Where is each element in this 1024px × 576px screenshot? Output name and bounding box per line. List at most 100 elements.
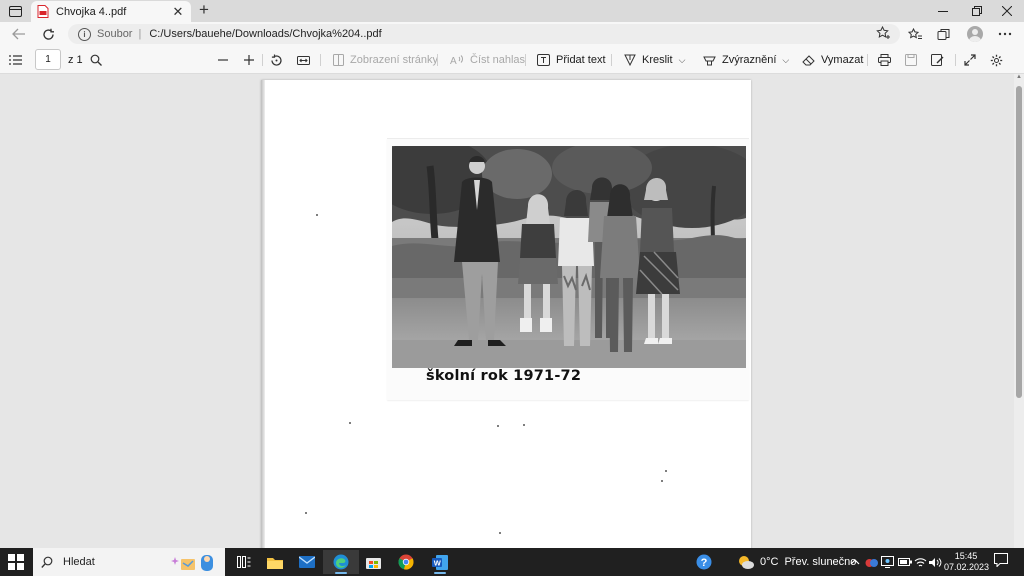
start-button[interactable] bbox=[8, 554, 24, 570]
tab-actions-icon bbox=[8, 5, 22, 17]
more-menu-button[interactable] bbox=[994, 24, 1016, 44]
speaker-icon bbox=[929, 557, 942, 567]
chevron-up-icon bbox=[850, 559, 860, 565]
scroll-up-arrow-icon[interactable]: ▲ bbox=[1015, 74, 1023, 84]
favorites-button[interactable] bbox=[904, 24, 926, 44]
read-aloud-button[interactable]: A Číst nahlas bbox=[450, 50, 525, 70]
windows-taskbar: Hledat W ? 0°C Přev. slunečno 15:45 07.0… bbox=[0, 548, 1024, 576]
class-photo-image bbox=[392, 146, 746, 368]
chevron-down-icon[interactable]: ⌵ bbox=[782, 55, 789, 66]
volume-tray-icon[interactable] bbox=[929, 552, 942, 572]
scan-speck bbox=[499, 532, 501, 534]
navigation-bar: i Soubor | C:/Users/bauehe/Downloads/Chv… bbox=[0, 22, 1024, 46]
collections-button[interactable] bbox=[933, 24, 955, 44]
tray-app-icon[interactable] bbox=[865, 552, 878, 572]
taskbar-chrome[interactable] bbox=[388, 550, 424, 574]
search-highlight-illustration-icon bbox=[171, 555, 213, 571]
minimize-button[interactable] bbox=[926, 0, 960, 22]
page-number-input[interactable]: 1 bbox=[35, 49, 61, 70]
restore-icon bbox=[972, 6, 982, 16]
add-text-button[interactable]: Přidat text bbox=[537, 50, 606, 70]
highlight-button[interactable]: Zvýraznění ⌵ bbox=[703, 50, 789, 70]
reload-icon bbox=[42, 28, 54, 40]
zoom-out-button[interactable] bbox=[217, 50, 235, 70]
fit-page-button[interactable] bbox=[297, 50, 316, 70]
security-tray-icon bbox=[865, 558, 878, 567]
print-button[interactable] bbox=[878, 50, 897, 70]
draw-label: Kreslit bbox=[642, 54, 673, 66]
info-icon[interactable]: i bbox=[78, 27, 91, 41]
restore-button[interactable] bbox=[960, 0, 994, 22]
clock-time: 15:45 bbox=[954, 551, 978, 561]
fullscreen-button[interactable] bbox=[964, 50, 982, 70]
vertical-scrollbar[interactable]: ▲ bbox=[1014, 74, 1024, 548]
wifi-tray-icon[interactable] bbox=[914, 552, 927, 572]
profile-button[interactable] bbox=[964, 24, 986, 44]
browser-tab[interactable]: Chvojka 4..pdf ✕ bbox=[31, 1, 191, 22]
page-total: z 1 bbox=[68, 54, 83, 66]
help-tray-icon[interactable]: ? bbox=[696, 552, 712, 572]
tab-actions-button[interactable] bbox=[6, 3, 24, 19]
remote-desktop-tray-icon bbox=[881, 556, 894, 568]
tab-title: Chvojka 4..pdf bbox=[56, 5, 127, 18]
taskbar-edge[interactable] bbox=[323, 550, 359, 574]
back-button[interactable] bbox=[8, 24, 30, 44]
page-view-button[interactable]: Zobrazení stránky bbox=[333, 50, 438, 70]
close-window-button[interactable] bbox=[990, 0, 1024, 22]
page-edge-shadow bbox=[261, 80, 265, 548]
settings-button[interactable] bbox=[990, 50, 1009, 70]
toolbar-divider bbox=[262, 54, 263, 66]
taskbar-word[interactable]: W bbox=[422, 550, 458, 574]
scrollbar-thumb[interactable] bbox=[1016, 86, 1022, 398]
document-viewport[interactable]: školní rok 1971-72 bbox=[0, 74, 1014, 548]
search-placeholder: Hledat bbox=[63, 556, 95, 568]
mail-icon bbox=[299, 556, 315, 568]
taskbar-mail[interactable] bbox=[289, 550, 325, 574]
fit-width-icon bbox=[297, 55, 310, 65]
new-tab-button[interactable]: + bbox=[195, 1, 213, 21]
show-hidden-icons-button[interactable] bbox=[850, 552, 860, 572]
draw-button[interactable]: Kreslit ⌵ bbox=[624, 50, 685, 70]
contents-list-icon bbox=[9, 55, 22, 65]
zoom-in-button[interactable] bbox=[243, 50, 261, 70]
address-url[interactable]: C:/Users/bauehe/Downloads/Chvojka%204..p… bbox=[149, 28, 381, 40]
eraser-icon bbox=[802, 55, 815, 66]
weather-widget[interactable]: 0°C Přev. slunečno bbox=[737, 552, 856, 572]
page-view-label: Zobrazení stránky bbox=[350, 54, 439, 66]
taskbar-file-explorer[interactable] bbox=[257, 550, 293, 574]
pdf-toolbar: 1 z 1 Zobrazení stránky A Číst nahlas Př… bbox=[0, 46, 1024, 74]
notifications-button[interactable] bbox=[994, 553, 1010, 569]
plus-icon bbox=[244, 55, 254, 65]
toolbar-divider bbox=[437, 54, 438, 66]
reload-button[interactable] bbox=[37, 24, 59, 44]
clock-date: 07.02.2023 bbox=[944, 562, 990, 572]
tab-strip: Chvojka 4..pdf ✕ + bbox=[0, 0, 1024, 22]
taskbar-search-box[interactable]: Hledat bbox=[33, 548, 225, 576]
active-app-indicator bbox=[335, 572, 347, 574]
taskbar-store[interactable] bbox=[355, 550, 391, 574]
svg-text:W: W bbox=[434, 558, 442, 567]
close-icon bbox=[1002, 6, 1012, 16]
tab-close-icon[interactable]: ✕ bbox=[171, 4, 185, 20]
taskbar-clock[interactable]: 15:45 07.02.2023 bbox=[944, 551, 990, 573]
chevron-down-icon[interactable]: ⌵ bbox=[679, 55, 686, 66]
save-button[interactable] bbox=[905, 50, 923, 70]
save-disk-icon bbox=[905, 54, 917, 66]
partly-sunny-icon bbox=[739, 556, 754, 569]
battery-icon bbox=[898, 558, 912, 566]
address-bar[interactable]: i Soubor | C:/Users/bauehe/Downloads/Chv… bbox=[68, 24, 900, 44]
tray-app-icon[interactable] bbox=[881, 552, 894, 572]
svg-text:?: ? bbox=[701, 557, 708, 569]
erase-button[interactable]: Vymazat bbox=[802, 50, 863, 70]
save-as-button[interactable] bbox=[931, 50, 950, 70]
add-favorite-icon[interactable] bbox=[876, 25, 892, 43]
rotate-button[interactable] bbox=[270, 50, 289, 70]
find-button[interactable] bbox=[90, 50, 108, 70]
scan-speck bbox=[661, 480, 663, 482]
erase-label: Vymazat bbox=[821, 54, 864, 66]
battery-tray-icon[interactable] bbox=[898, 552, 912, 572]
task-view-icon bbox=[237, 556, 251, 568]
save-as-icon bbox=[931, 54, 944, 66]
contents-button[interactable] bbox=[9, 50, 28, 70]
windows-logo-icon bbox=[17, 554, 24, 561]
